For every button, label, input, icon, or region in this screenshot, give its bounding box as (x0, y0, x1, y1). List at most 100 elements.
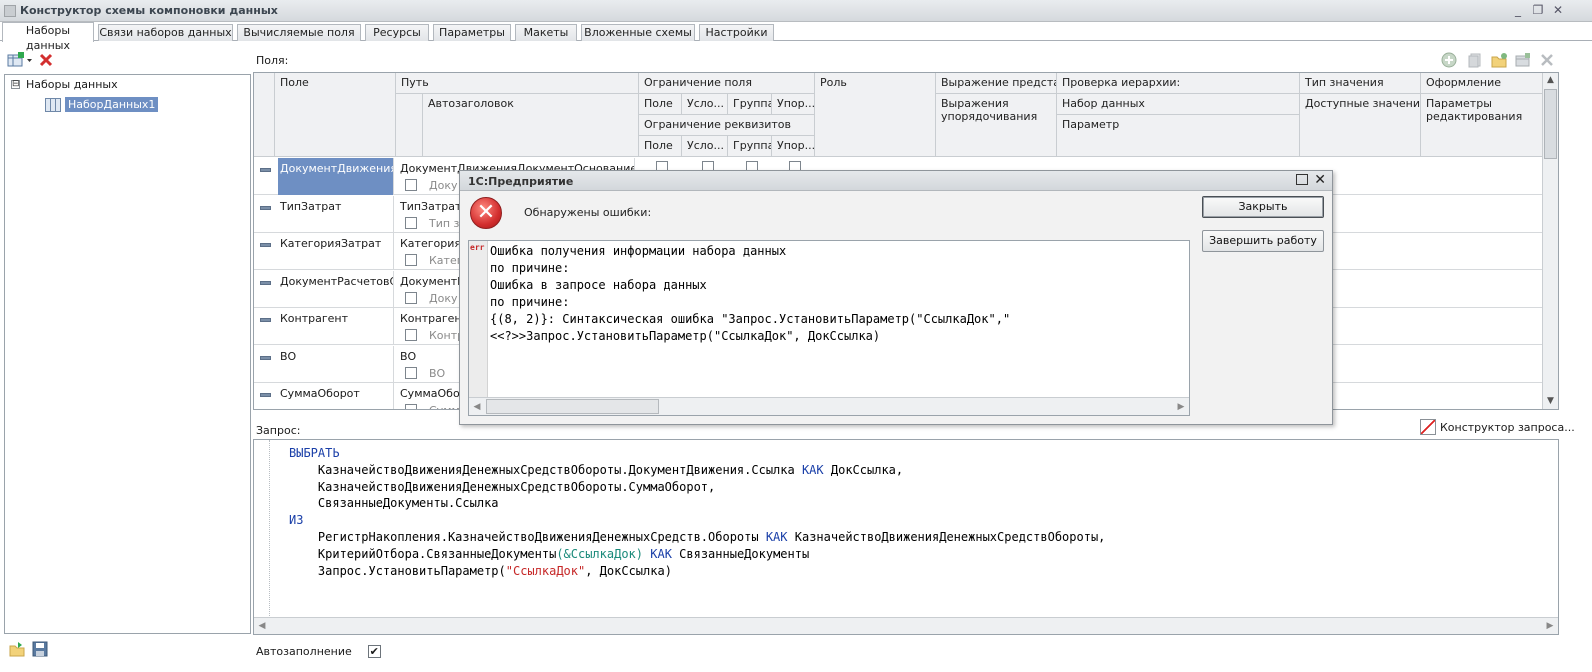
scroll-up-icon[interactable]: ▲ (1543, 73, 1558, 88)
header-expr-order[interactable]: Выражения упорядочивания (936, 94, 1057, 157)
error-horizontal-scrollbar[interactable]: ◀ ▶ (469, 397, 1189, 415)
close-button[interactable]: Закрыть (1202, 196, 1324, 218)
add-folder-icon[interactable] (1490, 51, 1508, 69)
tree-root[interactable]: ⊟ Наборы данных (11, 78, 118, 91)
code-line: КритерийОтбора.СвязанныеДокументы(&Ссылк… (289, 546, 1105, 563)
code-token: РегистрНакопления.КазначействоДвиженияДе… (289, 529, 766, 544)
autofill-checkbox[interactable]: ✔ (367, 645, 381, 658)
exit-button[interactable]: Завершить работу (1202, 230, 1324, 252)
autotitle-checkbox[interactable] (405, 366, 417, 379)
field-name-cell[interactable]: ДокументДвижения... (278, 158, 394, 195)
error-text-box[interactable]: err Ошибка получения информации набора д… (468, 240, 1190, 416)
tree-item-dataset1[interactable]: НаборДанных1 (45, 97, 159, 112)
header-restriction[interactable]: Ограничение поля (639, 73, 815, 94)
datasets-tree[interactable]: ⊟ Наборы данных НаборДанных1 (4, 74, 251, 634)
close-icon[interactable]: ✕ (1550, 3, 1566, 18)
error-line: по причине: (490, 261, 570, 276)
collapse-icon[interactable]: ⊟ (11, 80, 20, 89)
autotitle-checkbox[interactable] (405, 179, 417, 191)
field-name-cell[interactable]: Контрагент (278, 308, 394, 345)
copy-icon[interactable] (1466, 51, 1484, 69)
dialog-close-icon[interactable]: ✕ (1314, 172, 1326, 188)
autotitle-checkbox[interactable] (405, 404, 417, 409)
header-dataset[interactable]: Набор данных (1057, 94, 1300, 115)
editor-horizontal-scrollbar[interactable]: ◀ ▶ (254, 617, 1558, 634)
scroll-down-icon[interactable]: ▼ (1543, 394, 1558, 409)
header-role[interactable]: Роль (815, 73, 936, 157)
delete-icon[interactable] (38, 51, 54, 69)
field-marker-icon (260, 355, 271, 360)
tab-calculated-fields[interactable]: Вычисляемые поля (237, 24, 361, 41)
field-name-cell[interactable]: СуммаОборот (278, 383, 394, 409)
grid-vertical-scrollbar[interactable]: ▲ ▼ (1542, 73, 1558, 409)
field-name-cell[interactable]: КатегорияЗатрат (278, 233, 394, 270)
field-name-cell[interactable]: ДокументРасчетовС... (278, 270, 394, 308)
query-text[interactable]: ВЫБРАТЬ КазначействоДвиженияДенежныхСред… (289, 445, 1105, 579)
header-req-group[interactable]: Группа (728, 136, 772, 157)
field-path: ТипЗатрат (400, 199, 462, 213)
code-token: КазначействоДвиженияДенежныхСредствОборо… (289, 479, 716, 494)
header-req-cond[interactable]: Усло... (682, 136, 728, 157)
scroll-left-icon[interactable]: ◀ (469, 399, 485, 415)
header-avail-values[interactable]: Доступные значения (1300, 94, 1421, 157)
autotitle-checkbox[interactable] (405, 291, 417, 304)
header-expr-present[interactable]: Выражение предста... (936, 73, 1057, 94)
tab-templates[interactable]: Макеты (515, 24, 577, 41)
add-field-icon[interactable] (1440, 51, 1458, 69)
header-restriction-group[interactable]: Группа (728, 94, 772, 115)
tab-resources[interactable]: Ресурсы (365, 24, 429, 41)
dialog-titlebar: 1С:Предприятие ✕ (460, 171, 1332, 191)
header-value-type[interactable]: Тип значения (1300, 73, 1421, 94)
delete-field-icon[interactable] (1538, 51, 1556, 69)
autotitle-checkbox[interactable] (405, 216, 417, 229)
tab-datasets[interactable]: Наборы данных (2, 22, 94, 52)
restore-icon[interactable]: ❐ (1530, 3, 1546, 18)
header-req-restriction[interactable]: Ограничение реквизитов (639, 115, 815, 136)
tab-parameters[interactable]: Параметры (433, 24, 511, 41)
field-name-cell[interactable]: ТипЗатрат (278, 195, 394, 233)
header-restriction-order[interactable]: Упор... (772, 94, 815, 115)
tab-nested-schemes[interactable]: Вложенные схемы (581, 24, 695, 41)
field-path: ВО (400, 349, 417, 363)
code-token: КАК (765, 529, 788, 544)
code-token: ВЫБРАТЬ (289, 446, 340, 460)
scroll-left-icon[interactable]: ◀ (254, 618, 270, 634)
code-token: , ДокСсылка) (585, 563, 672, 578)
header-autotitle[interactable]: Автозаголовок (423, 94, 639, 157)
header-field[interactable]: Поле (275, 73, 396, 157)
header-restriction-field[interactable]: Поле (639, 94, 682, 115)
tab-dataset-links[interactable]: Связи наборов данных (98, 24, 233, 41)
scroll-thumb[interactable] (1544, 89, 1557, 159)
field-name-cell[interactable]: ВО (278, 345, 394, 383)
autofill-label: Автозаполнение (256, 645, 352, 658)
error-dialog[interactable]: 1С:Предприятие ✕ ✕ Обнаружены ошибки: За… (459, 170, 1333, 425)
header-req-order[interactable]: Упор... (772, 136, 815, 157)
autotitle-checkbox[interactable] (405, 329, 417, 341)
scroll-right-icon[interactable]: ▶ (1542, 618, 1558, 634)
autofill-option[interactable]: Автозаполнение ✔ (256, 645, 381, 658)
open-icon[interactable] (8, 640, 26, 658)
window-titlebar: Конструктор схемы компоновки данных _ ❐ … (0, 0, 1592, 22)
field-marker-icon (260, 168, 271, 172)
header-appearance[interactable]: Оформление (1421, 73, 1544, 94)
query-builder-button[interactable]: Конструктор запроса... (1420, 419, 1575, 435)
scroll-thumb[interactable] (486, 399, 659, 414)
add-table-icon[interactable] (1514, 51, 1532, 69)
header-req-field[interactable]: Поле (639, 136, 682, 157)
error-icon: ✕ (470, 197, 502, 229)
query-editor[interactable]: ВЫБРАТЬ КазначействоДвиженияДенежныхСред… (253, 439, 1559, 635)
header-path[interactable]: Путь (396, 73, 639, 94)
header-edit-params[interactable]: Параметры редактирования (1421, 94, 1544, 157)
save-icon[interactable] (31, 640, 49, 658)
header-param[interactable]: Параметр (1057, 115, 1300, 157)
error-line: Ошибка получения информации набора данны… (490, 244, 787, 258)
minimize-icon[interactable]: _ (1510, 3, 1526, 18)
autotitle-checkbox[interactable] (405, 254, 417, 266)
scroll-right-icon[interactable]: ▶ (1173, 399, 1189, 415)
header-restriction-cond[interactable]: Усло... (682, 94, 728, 115)
add-dataset-icon[interactable] (6, 51, 34, 69)
tab-settings[interactable]: Настройки (699, 24, 774, 41)
code-token: ДокСсылка, (823, 462, 904, 477)
header-hier-check[interactable]: Проверка иерархии: (1057, 73, 1300, 94)
maximize-icon[interactable] (1296, 174, 1308, 185)
